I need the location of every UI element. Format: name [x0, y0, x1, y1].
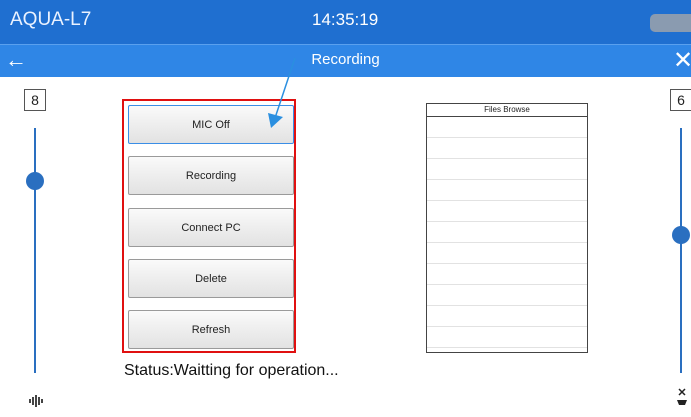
file-row[interactable]	[427, 138, 587, 159]
file-row[interactable]	[427, 285, 587, 306]
file-row[interactable]	[427, 159, 587, 180]
file-row[interactable]	[427, 201, 587, 222]
left-slider-knob[interactable]	[26, 172, 44, 190]
battery-icon	[650, 14, 691, 32]
files-browse-header: Files Browse	[427, 104, 587, 117]
left-level-value: 8	[24, 89, 46, 111]
recording-button[interactable]: Recording	[128, 156, 294, 195]
connect-pc-button[interactable]: Connect PC	[128, 208, 294, 247]
device-name: AQUA-L7	[10, 9, 92, 30]
file-row[interactable]	[427, 306, 587, 327]
microphone-level-icon	[29, 395, 43, 407]
right-level-value: 6	[670, 89, 691, 111]
page-title: Recording	[311, 51, 380, 68]
button-group: MIC Off Recording Connect PC Delete Refr…	[122, 99, 296, 353]
mic-off-button[interactable]: MIC Off	[128, 105, 294, 144]
left-slider-track[interactable]	[34, 128, 36, 373]
file-row[interactable]	[427, 327, 587, 348]
file-row[interactable]	[427, 117, 587, 138]
file-row[interactable]	[427, 264, 587, 285]
file-row[interactable]	[427, 222, 587, 243]
clock: 14:35:19	[312, 10, 379, 29]
close-icon[interactable]: ✕	[673, 46, 691, 75]
title-bar: ← Recording ✕	[0, 44, 691, 77]
status-bar: AQUA-L7 14:35:19	[0, 0, 691, 44]
files-browse-list[interactable]: Files Browse	[426, 103, 588, 353]
right-slider-knob[interactable]	[672, 226, 690, 244]
speaker-level-icon	[677, 388, 687, 405]
file-row[interactable]	[427, 180, 587, 201]
status-text: Status:Waitting for operation...	[124, 362, 339, 379]
delete-button[interactable]: Delete	[128, 259, 294, 298]
file-row[interactable]	[427, 243, 587, 264]
right-slider-track[interactable]	[680, 128, 682, 373]
refresh-button[interactable]: Refresh	[128, 310, 294, 349]
